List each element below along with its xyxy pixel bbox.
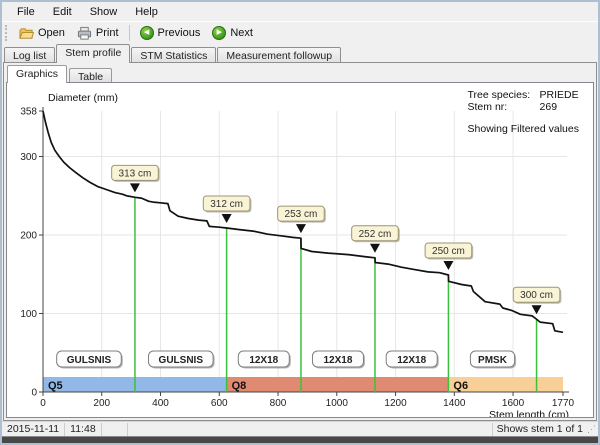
cut-marker[interactable]: 300 cm [513, 287, 561, 314]
toolbar-grip[interactable] [5, 25, 10, 41]
graphics-panel: Q5 Q8 Q6 0 100 200 300 358 0 200 400 600 800 1000 1200… [6, 82, 594, 418]
menu-show[interactable]: Show [81, 4, 127, 20]
svg-text:1600: 1600 [502, 398, 525, 409]
log-type-button[interactable]: 12X18 [386, 351, 439, 369]
svg-text:600: 600 [211, 398, 228, 409]
filter-note: Showing Filtered values [468, 123, 579, 135]
svg-text:800: 800 [270, 398, 287, 409]
menu-edit[interactable]: Edit [44, 4, 81, 20]
quality-band-label: Q5 [48, 380, 63, 392]
svg-text:12X18: 12X18 [249, 355, 278, 366]
svg-text:313 cm: 313 cm [119, 168, 152, 179]
svg-text:PMSK: PMSK [478, 355, 508, 366]
cut-marker[interactable]: 250 cm [425, 243, 473, 270]
svg-text:GULSNIS: GULSNIS [159, 355, 204, 366]
next-button-label: Next [230, 27, 253, 39]
open-button-label: Open [38, 27, 65, 39]
app-window: File Edit Show Help Open Pr [0, 0, 600, 445]
menu-file[interactable]: File [8, 4, 44, 20]
stem-profile-page: Graphics Table Q5 Q8 Q6 0 100 200 300 358 0 200 40… [3, 62, 597, 421]
toolbar-separator [129, 25, 130, 41]
subtab-graphics[interactable]: Graphics [7, 65, 67, 83]
cut-marker[interactable]: 252 cm [352, 226, 400, 253]
cut-marker[interactable]: 313 cm [112, 165, 160, 192]
open-button[interactable]: Open [13, 23, 71, 44]
status-empty-cell [102, 423, 128, 436]
cut-pointer-icon [130, 183, 140, 192]
svg-text:300 cm: 300 cm [520, 290, 553, 301]
cut-marker[interactable]: 312 cm [203, 196, 251, 223]
svg-text:300: 300 [20, 152, 37, 163]
svg-text:400: 400 [152, 398, 169, 409]
quality-band-label: Q8 [232, 380, 247, 392]
svg-text:200: 200 [93, 398, 110, 409]
toolbar: Open Print ◀ Previous ▶ Next [2, 21, 598, 44]
tab-log-list[interactable]: Log list [4, 47, 55, 63]
menu-bar: File Edit Show Help [2, 2, 598, 21]
svg-text:252 cm: 252 cm [359, 229, 392, 240]
svg-text:253 cm: 253 cm [285, 209, 318, 220]
svg-text:250 cm: 250 cm [432, 246, 465, 257]
quality-band-label: Q6 [453, 380, 468, 392]
status-stem-info: Shows stem 1 of 1 [492, 423, 587, 436]
cut-pointer-icon [296, 224, 306, 233]
y-axis-title: Diameter (mm) [48, 92, 118, 104]
previous-arrow-icon: ◀ [140, 26, 154, 40]
tab-stem-profile[interactable]: Stem profile [56, 44, 130, 63]
menu-help[interactable]: Help [126, 4, 167, 20]
stem-info-block: Tree species: PRIEDE Stem nr: 269 Showin… [468, 89, 579, 135]
log-type-button[interactable]: PMSK [470, 351, 516, 369]
print-button[interactable]: Print [71, 23, 125, 44]
log-type-button[interactable]: 12X18 [312, 351, 365, 369]
status-bar: 2015-11-11 11:48 Shows stem 1 of 1 ⋰ [2, 421, 598, 436]
stem-nr-label: Stem nr: [468, 101, 540, 113]
cut-pointer-icon [370, 244, 380, 253]
status-time: 11:48 [65, 423, 102, 436]
status-date: 2015-11-11 [2, 423, 65, 436]
log-type-button[interactable]: 12X18 [238, 351, 291, 369]
cut-pointer-icon [222, 214, 232, 223]
svg-text:200: 200 [20, 231, 37, 242]
tree-species-label: Tree species: [468, 89, 540, 101]
quality-band-Q8 [227, 377, 449, 392]
svg-text:1770: 1770 [552, 398, 575, 409]
sub-tab-bar: Graphics Table [6, 65, 594, 83]
svg-text:12X18: 12X18 [397, 355, 426, 366]
tab-stm-statistics[interactable]: STM Statistics [131, 47, 216, 63]
resize-grip-icon[interactable]: ⋰ [587, 424, 598, 435]
svg-text:312 cm: 312 cm [210, 199, 243, 210]
cut-pointer-icon [443, 261, 453, 270]
folder-open-icon [19, 26, 34, 41]
tree-species-value: PRIEDE [540, 89, 579, 101]
next-button[interactable]: ▶ Next [206, 23, 259, 43]
svg-text:GULSNIS: GULSNIS [67, 355, 112, 366]
svg-text:0: 0 [40, 398, 46, 409]
svg-text:358: 358 [20, 107, 37, 118]
previous-button[interactable]: ◀ Previous [134, 23, 207, 43]
print-button-label: Print [96, 27, 119, 39]
svg-text:0: 0 [31, 388, 37, 399]
svg-text:100: 100 [20, 309, 37, 320]
previous-button-label: Previous [158, 27, 201, 39]
svg-text:12X18: 12X18 [323, 355, 352, 366]
x-axis-title: Stem length (cm) [489, 409, 569, 418]
window-bottom-edge [2, 436, 598, 443]
printer-icon [77, 26, 92, 41]
svg-text:1000: 1000 [326, 398, 349, 409]
cut-pointer-icon [532, 305, 542, 314]
svg-text:1400: 1400 [443, 398, 466, 409]
subtab-table[interactable]: Table [69, 68, 112, 83]
stem-nr-value: 269 [540, 101, 558, 113]
log-type-button[interactable]: GULSNIS [57, 351, 123, 369]
status-spacer [128, 423, 492, 436]
cut-marker[interactable]: 253 cm [278, 206, 326, 233]
log-type-button[interactable]: GULSNIS [148, 351, 214, 369]
next-arrow-icon: ▶ [212, 26, 226, 40]
tab-measurement-followup[interactable]: Measurement followup [217, 47, 341, 63]
main-tab-bar: Log list Stem profile STM Statistics Mea… [2, 44, 598, 63]
svg-text:1200: 1200 [384, 398, 407, 409]
